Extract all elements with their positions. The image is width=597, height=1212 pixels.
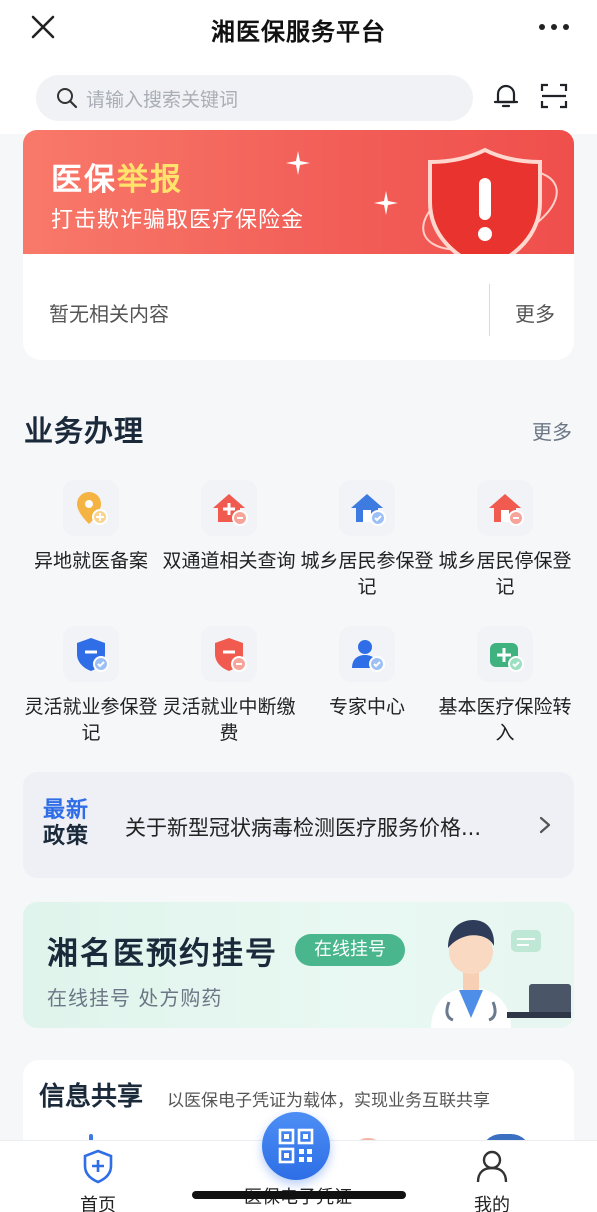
more-dots-icon[interactable] <box>537 14 571 40</box>
service-label: 异地就医备案 <box>33 550 148 572</box>
qr-code-icon <box>278 1128 314 1164</box>
chevron-right-icon <box>539 816 551 834</box>
sparkle-icon <box>286 151 310 175</box>
business-more-link[interactable]: 更多 <box>532 416 572 445</box>
appointment-subtitle: 在线挂号 处方购药 <box>47 986 223 1010</box>
banner-subtitle: 打击欺诈骗取医疗保险金 <box>51 208 305 233</box>
home-indicator <box>192 1191 406 1199</box>
service-label: 灵活就业中断缴费 <box>162 696 296 744</box>
policy-headline: 关于新型冠状病毒检测医疗服务价格... <box>125 816 482 840</box>
tab-label: 我的 <box>474 1195 510 1212</box>
service-label: 城乡居民停保登记 <box>438 550 572 598</box>
service-item-resident-enroll[interactable]: 城乡居民参保登记 <box>298 480 436 600</box>
tab-label: 首页 <box>80 1195 116 1212</box>
notice-card: 暂无相关内容 更多 <box>23 254 574 360</box>
latest-policy-card[interactable]: 最新 政策 关于新型冠状病毒检测医疗服务价格... <box>23 772 574 878</box>
service-label: 基本医疗保险转入 <box>438 696 572 744</box>
policy-tag: 最新 政策 <box>43 798 90 849</box>
person-check-icon <box>339 626 395 682</box>
service-item-flexible-interrupt[interactable]: 灵活就业中断缴费 <box>160 626 298 746</box>
empty-notice-text: 暂无相关内容 <box>49 302 169 326</box>
user-icon <box>476 1150 508 1183</box>
house-plus-icon <box>201 480 257 536</box>
medkit-check-icon <box>477 626 533 682</box>
bell-icon[interactable] <box>490 80 522 112</box>
house-minus-icon <box>477 480 533 536</box>
appointment-card[interactable]: 湘名医预约挂号 在线挂号 在线挂号 处方购药 <box>23 902 574 1028</box>
business-section-header: 业务办理 更多 <box>24 408 574 448</box>
service-item-remote-medical[interactable]: 异地就医备案 <box>22 480 160 574</box>
service-label: 专家中心 <box>328 696 405 718</box>
scan-icon[interactable] <box>538 80 570 112</box>
share-subtitle: 以医保电子凭证为载体，实现业务互联共享 <box>167 1091 490 1111</box>
service-item-resident-stop[interactable]: 城乡居民停保登记 <box>436 480 574 600</box>
section-title: 业务办理 <box>24 414 145 448</box>
e-voucher-qr-button[interactable] <box>262 1112 330 1180</box>
banner-title: 医保举报 <box>51 162 183 198</box>
doctor-illustration-icon <box>431 920 571 1028</box>
service-label: 灵活就业参保登记 <box>24 696 158 744</box>
service-item-expert-center[interactable]: 专家中心 <box>298 626 436 720</box>
shield-minus-icon <box>201 626 257 682</box>
home-shield-icon <box>83 1149 113 1184</box>
warning-shield-icon <box>422 147 558 254</box>
search-icon <box>57 88 78 109</box>
page-title: 湘医保服务平台 <box>211 17 386 46</box>
top-bar: 湘医保服务平台 <box>0 0 597 58</box>
search-placeholder: 请输入搜索关键词 <box>86 88 239 111</box>
service-item-dual-channel[interactable]: 双通道相关查询 <box>160 480 298 574</box>
search-input[interactable]: 请输入搜索关键词 <box>36 75 473 121</box>
share-title: 信息共享 <box>39 1082 144 1112</box>
report-banner[interactable]: 医保举报 打击欺诈骗取医疗保险金 <box>23 130 574 254</box>
house-check-icon <box>339 480 395 536</box>
service-label: 城乡居民参保登记 <box>300 550 434 598</box>
service-label: 双通道相关查询 <box>162 550 296 572</box>
close-icon[interactable] <box>28 12 58 42</box>
tab-home[interactable]: 首页 <box>38 1141 158 1212</box>
notice-more-link[interactable]: 更多 <box>515 298 555 327</box>
divider <box>489 284 490 336</box>
search-row: 请输入搜索关键词 <box>0 58 597 134</box>
appointment-title: 湘名医预约挂号 <box>47 936 278 972</box>
service-item-insurance-transfer[interactable]: 基本医疗保险转入 <box>436 626 574 746</box>
online-register-button[interactable]: 在线挂号 <box>295 934 405 966</box>
service-item-flexible-enroll[interactable]: 灵活就业参保登记 <box>22 626 160 746</box>
tab-mine[interactable]: 我的 <box>432 1141 552 1212</box>
location-plus-icon <box>63 480 119 536</box>
shield-check-icon <box>63 626 119 682</box>
sparkle-icon <box>374 191 398 215</box>
